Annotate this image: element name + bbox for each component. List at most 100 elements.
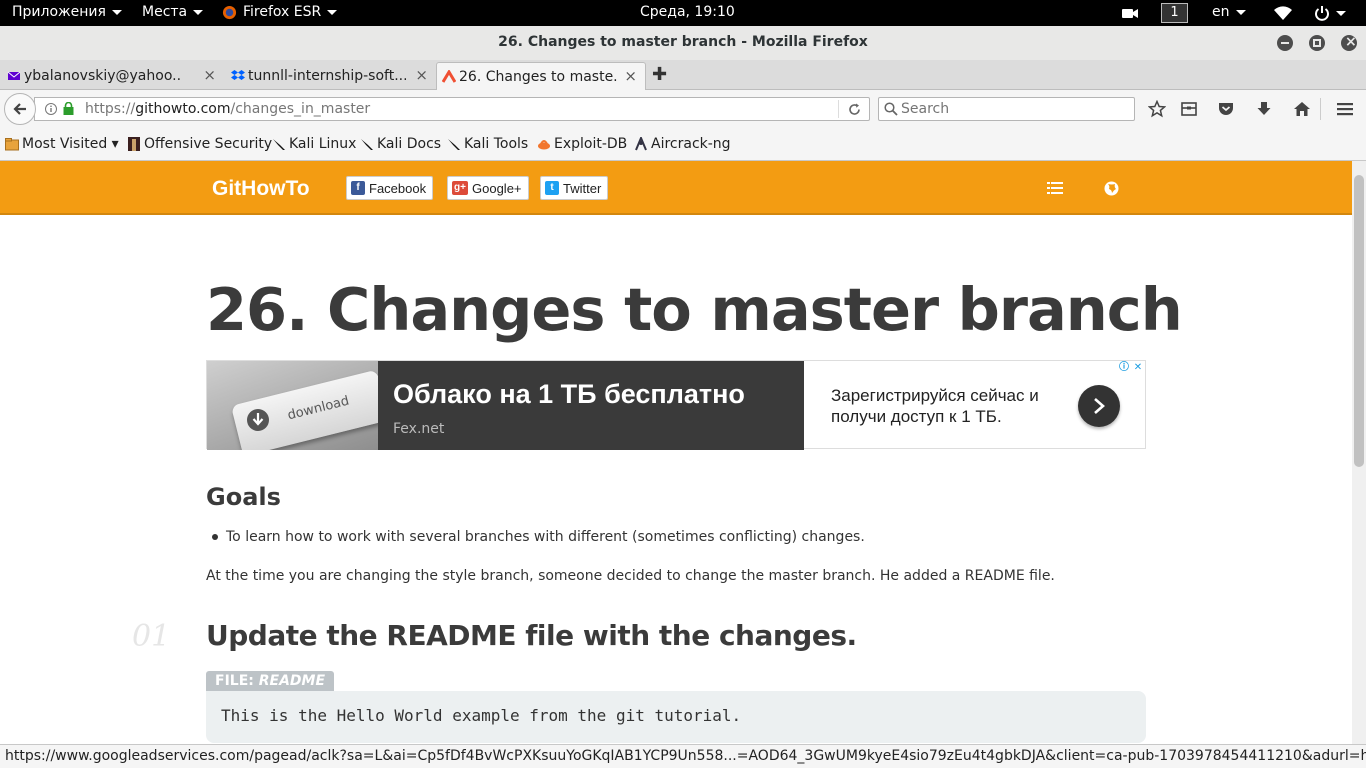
close-icon[interactable]: × [624,67,637,85]
tab-label: tunnll-internship-soft... [248,68,406,84]
applications-menu[interactable]: Приложения [12,4,122,20]
downloads-icon[interactable] [1255,100,1273,118]
wifi-icon[interactable] [1274,6,1292,20]
clock[interactable]: Среда, 19:10 [640,4,735,20]
facebook-share-button[interactable]: f Facebook [346,176,434,200]
places-menu-label: Места [142,4,188,20]
minimize-button[interactable] [1277,35,1293,51]
clock-label: Среда, 19:10 [640,4,735,20]
ad-headline[interactable]: Облако на 1 ТБ бесплатно [393,379,745,410]
google-plus-share-label: Google+ [472,180,522,196]
folder-icon [5,138,19,151]
places-menu[interactable]: Места [142,4,204,20]
download-icon [247,409,269,431]
goal-list-item: To learn how to work with several branch… [212,529,865,545]
facebook-share-label: Facebook [369,180,427,196]
active-app-menu[interactable]: Firefox ESR [222,4,338,20]
advertisement-banner[interactable]: download Облако на 1 ТБ бесплатно Fex.ne… [206,360,1146,450]
twitter-icon: t [545,181,559,195]
bookmark-label: Kali Tools [464,136,529,152]
list-icon[interactable] [1047,181,1063,195]
facebook-icon: f [351,181,365,195]
chevron-down-icon [1235,9,1246,15]
back-arrow-icon [13,103,26,115]
power-icon[interactable] [1314,5,1346,21]
info-icon[interactable] [45,103,57,115]
window-title-bar[interactable]: 26. Changes to master branch - Mozilla F… [0,26,1366,60]
kali-dragon-icon [273,139,285,150]
ad-domain[interactable]: Fex.net [393,421,444,437]
bookmark-kali-tools[interactable]: Kali Tools [447,136,528,152]
bookmark-label: Offensive Security [144,136,273,152]
firefox-icon [222,5,237,19]
bookmark-star-icon[interactable] [1148,100,1166,118]
step-heading: Update the README file with the changes. [206,619,857,652]
camera-icon[interactable] [1122,6,1138,20]
twitter-share-button[interactable]: t Twitter [540,176,609,200]
search-box[interactable] [878,97,1135,121]
back-button[interactable] [4,93,36,125]
navigation-toolbar: https://githowto.com/changes_in_master [0,90,1366,128]
bookmark-exploit-db[interactable]: Exploit-DB [537,136,627,152]
bookmark-most-visited[interactable]: Most Visited ▾ [5,136,119,152]
ad-choices[interactable]: ⓘ ✕ [1118,362,1144,374]
bookmark-aircrack-ng[interactable]: Aircrack-ng [634,136,731,152]
google-plus-share-button[interactable]: g+ Google+ [447,176,529,200]
tab-githowto[interactable]: 26. Changes to maste... × [436,62,646,90]
tab-dropbox[interactable]: tunnll-internship-soft... × [226,62,436,90]
kali-dragon-icon [448,139,460,150]
bookmark-kali-docs[interactable]: Kali Docs [360,136,441,152]
offensive-security-icon [128,137,140,151]
maximize-button[interactable] [1309,35,1325,51]
globe-icon[interactable] [1104,181,1119,196]
ad-description[interactable]: Зарегистрируйся сейчас и получи доступ к… [831,385,1071,427]
chevron-down-icon [327,9,338,15]
page-viewport: GitHowTo f Facebook g+ Google+ t Twitter… [0,161,1366,744]
language-label: en [1212,4,1230,20]
search-input[interactable] [901,100,1126,118]
tab-label: 26. Changes to maste... [459,68,617,85]
close-window-button[interactable] [1341,34,1357,51]
url-bar[interactable]: https://githowto.com/changes_in_master [34,97,870,121]
page-title: 26. Changes to master branch [206,275,1183,344]
ad-close-icon[interactable]: ✕ [1132,362,1144,374]
twitter-share-label: Twitter [563,180,602,196]
close-icon[interactable]: × [415,66,428,84]
bookmark-offensive-security[interactable]: Offensive Security [127,136,272,152]
hamburger-menu-icon[interactable] [1336,100,1354,118]
ad-headline-panel[interactable]: Облако на 1 ТБ бесплатно Fex.net [378,361,804,450]
close-icon[interactable]: × [203,66,216,84]
lock-icon[interactable] [63,102,74,115]
new-tab-button[interactable]: ✚ [652,64,667,85]
bookmark-kali-linux[interactable]: Kali Linux [272,136,356,152]
kali-dragon-icon [361,139,373,150]
code-block: This is the Hello World example from the… [206,691,1146,743]
chevron-down-icon [193,9,204,15]
bookmark-label: Kali Docs [377,136,442,152]
active-app-label: Firefox ESR [243,4,322,20]
window-title: 26. Changes to master branch - Mozilla F… [498,34,868,50]
workspace-indicator[interactable]: 1 [1161,3,1188,23]
search-icon [884,102,898,116]
scrollbar-thumb[interactable] [1354,175,1364,467]
language-switcher[interactable]: en [1212,4,1246,20]
site-header: GitHowTo f Facebook g+ Google+ t Twitter [0,161,1352,215]
file-label: FILE: README [206,671,335,691]
bookmarks-menu-icon[interactable] [1180,100,1198,118]
site-brand-link[interactable]: GitHowTo [212,177,310,201]
chevron-down-icon [1336,10,1346,16]
ad-info-icon[interactable]: ⓘ [1118,362,1130,374]
reload-icon[interactable] [848,103,861,116]
bookmark-label: Kali Linux [289,136,357,152]
dropbox-icon [231,70,245,80]
home-icon[interactable] [1293,100,1311,118]
bookmark-label: Aircrack-ng [651,136,731,152]
goal-text: To learn how to work with several branch… [226,529,865,545]
pocket-icon[interactable] [1217,100,1235,118]
url-text[interactable]: https://githowto.com/changes_in_master [85,101,370,117]
bookmark-label: Exploit-DB [554,136,628,152]
status-bar-link-preview: https://www.googleadservices.com/pagead/… [0,744,1366,768]
bookmark-label: Most Visited ▾ [22,136,119,152]
ad-go-button[interactable] [1078,385,1120,427]
tab-yahoo-mail[interactable]: ybalanovskiy@yahoo.... × [2,62,224,90]
